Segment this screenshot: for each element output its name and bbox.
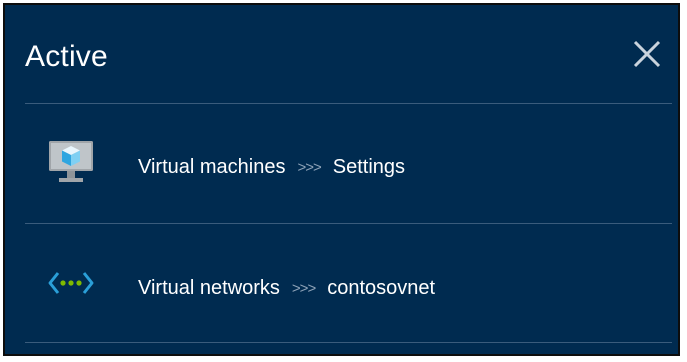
breadcrumb-separator: >>>	[291, 280, 316, 297]
panel-title: Active	[25, 40, 108, 73]
recent-item-virtual-networks-contosovnet[interactable]: Virtual networks >>> contosovnet	[5, 225, 678, 343]
panel-header: Active	[5, 5, 678, 105]
breadcrumb: Virtual machines >>> Settings	[138, 155, 405, 180]
breadcrumb-child: Settings	[332, 156, 406, 178]
breadcrumb-separator: >>>	[297, 159, 321, 176]
divider	[25, 103, 672, 104]
breadcrumb-child: contosovnet	[327, 277, 436, 299]
divider	[25, 223, 672, 224]
breadcrumb-parent: Virtual networks	[138, 277, 280, 299]
divider	[25, 342, 672, 343]
virtual-network-icon	[47, 259, 95, 307]
recent-item-virtual-machines-settings[interactable]: Virtual machines >>> Settings	[5, 105, 678, 223]
close-button[interactable]	[630, 37, 664, 71]
breadcrumb: Virtual networks >>> contosovnet	[138, 276, 435, 301]
virtual-machine-icon	[47, 138, 95, 186]
close-icon	[633, 40, 661, 68]
active-panel: Active Virtual machines >>> Settings Vir…	[3, 3, 680, 356]
breadcrumb-parent: Virtual machines	[138, 156, 286, 178]
